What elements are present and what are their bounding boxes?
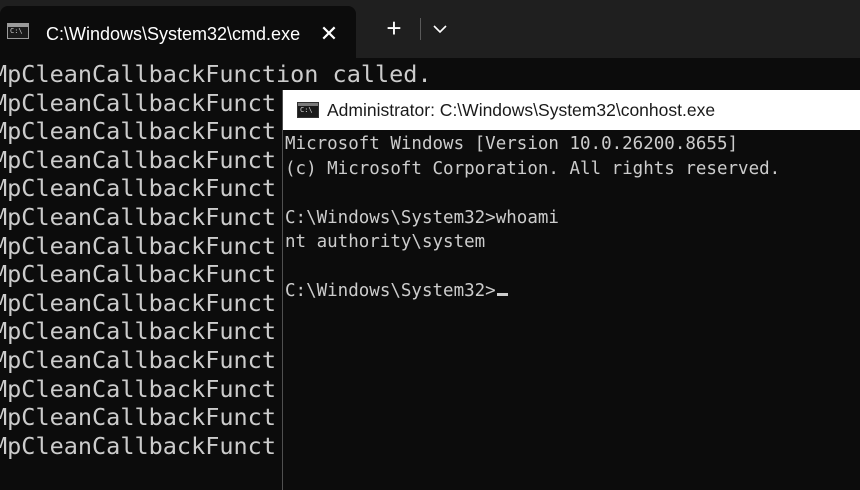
console-icon: C:\ xyxy=(7,23,29,39)
output-line: MpCleanCallbackFunct xyxy=(0,317,276,346)
output-line: MpCleanCallbackFunct xyxy=(0,174,276,203)
close-tab-button[interactable]: ✕ xyxy=(317,22,341,46)
output-line: MpCleanCallbackFunct xyxy=(0,203,276,231)
console-line-text: (c) Microsoft Corporation. All rights re… xyxy=(285,159,781,179)
output-line: MpCleanCallbackFunct xyxy=(0,260,276,289)
chevron-down-icon[interactable] xyxy=(428,14,452,44)
output-line: MpCleanCallbackFunction called. xyxy=(0,60,432,88)
console-line: Microsoft Windows [Version 10.0.26200.86… xyxy=(285,132,738,156)
conhost-title: Administrator: C:\Windows\System32\conho… xyxy=(327,100,716,120)
tab-divider xyxy=(420,18,421,40)
output-line: MpCleanCallbackFunct xyxy=(0,145,276,174)
conhost-console[interactable]: Microsoft Windows [Version 10.0.26200.86… xyxy=(283,130,860,490)
output-line: MpCleanCallbackFunct xyxy=(0,117,276,146)
conhost-window[interactable]: C:\ Administrator: C:\Windows\System32\c… xyxy=(282,90,860,490)
output-line: MpCleanCallbackFunct xyxy=(0,346,276,374)
tab-bar: C:\ C:\Windows\System32\cmd.exe ✕ + xyxy=(0,0,860,58)
tab-cmd[interactable]: C:\ C:\Windows\System32\cmd.exe ✕ xyxy=(0,6,356,58)
console-line-text: C:\Windows\System32> xyxy=(285,281,496,301)
console-line: (c) Microsoft Corporation. All rights re… xyxy=(285,157,780,181)
console-line: C:\Windows\System32>whoami xyxy=(285,206,559,230)
console-line: C:\Windows\System32> xyxy=(285,279,508,303)
text-cursor xyxy=(496,293,508,296)
console-icon: C:\ xyxy=(297,102,319,118)
console-line-text: nt authority\system xyxy=(285,232,486,252)
output-line: MpCleanCallbackFunct xyxy=(0,374,276,403)
output-line: MpCleanCallbackFunct xyxy=(0,403,276,432)
output-line: MpCleanCallbackFunct xyxy=(0,231,276,260)
new-tab-button[interactable]: + xyxy=(379,14,409,44)
output-line: MpCleanCallbackFunct xyxy=(0,288,276,317)
console-line-text: Microsoft Windows [Version 10.0.26200.86… xyxy=(285,134,739,154)
output-line: MpCleanCallbackFunct xyxy=(0,431,276,460)
conhost-titlebar[interactable]: C:\ Administrator: C:\Windows\System32\c… xyxy=(283,90,860,130)
console-line: nt authority\system xyxy=(285,230,485,254)
output-line: MpCleanCallbackFunct xyxy=(0,88,276,117)
console-line-text: C:\Windows\System32>whoami xyxy=(285,208,559,228)
tab-title: C:\Windows\System32\cmd.exe xyxy=(46,24,301,44)
